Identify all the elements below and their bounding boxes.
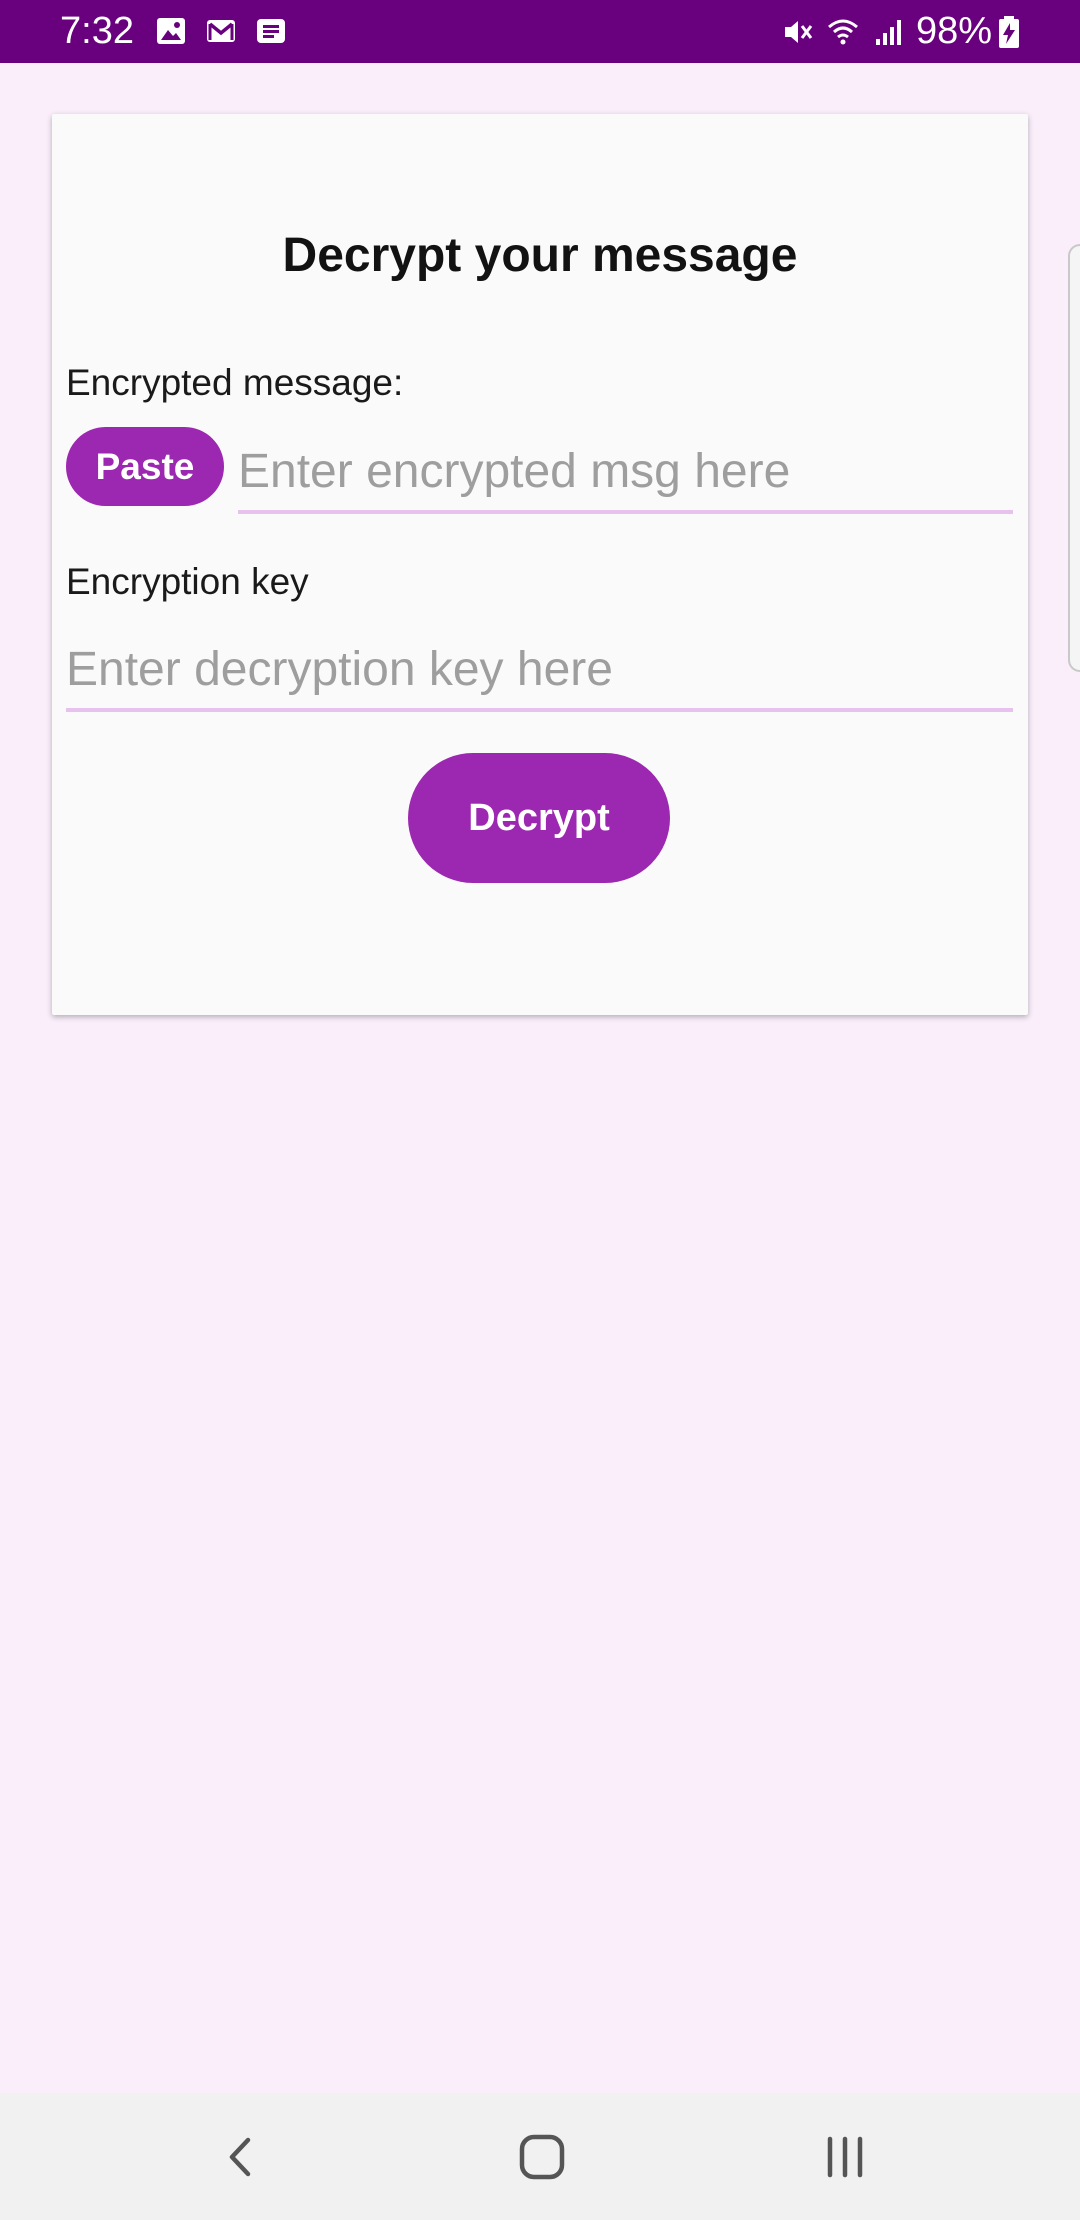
back-icon [229, 2137, 251, 2176]
decrypt-button[interactable]: Decrypt [408, 753, 670, 883]
encrypted-message-input[interactable] [238, 432, 1013, 514]
signal-icon [876, 20, 901, 45]
paste-button[interactable]: Paste [66, 427, 224, 506]
edge-panel-handle[interactable] [1068, 244, 1080, 672]
home-button[interactable] [462, 2093, 622, 2220]
status-bar: 7:32 98% [0, 0, 1080, 63]
status-time: 7:32 [60, 10, 134, 52]
back-button[interactable] [160, 2093, 320, 2220]
gallery-icon [157, 18, 185, 44]
gmail-icon [207, 20, 235, 42]
mute-icon [785, 21, 813, 43]
page-title: Decrypt your message [282, 229, 798, 282]
wifi-icon [828, 19, 858, 45]
battery-charging-icon [999, 16, 1019, 48]
message-icon [257, 19, 285, 43]
encrypted-message-label: Encrypted message: [66, 362, 404, 403]
battery-percent: 98% [916, 10, 993, 52]
navigation-bar [0, 2093, 1080, 2220]
home-icon [519, 2134, 565, 2179]
recents-icon [827, 2136, 863, 2177]
encryption-key-label: Encryption key [66, 561, 309, 602]
decryption-key-input[interactable] [66, 630, 1013, 712]
recents-button[interactable] [765, 2093, 925, 2220]
